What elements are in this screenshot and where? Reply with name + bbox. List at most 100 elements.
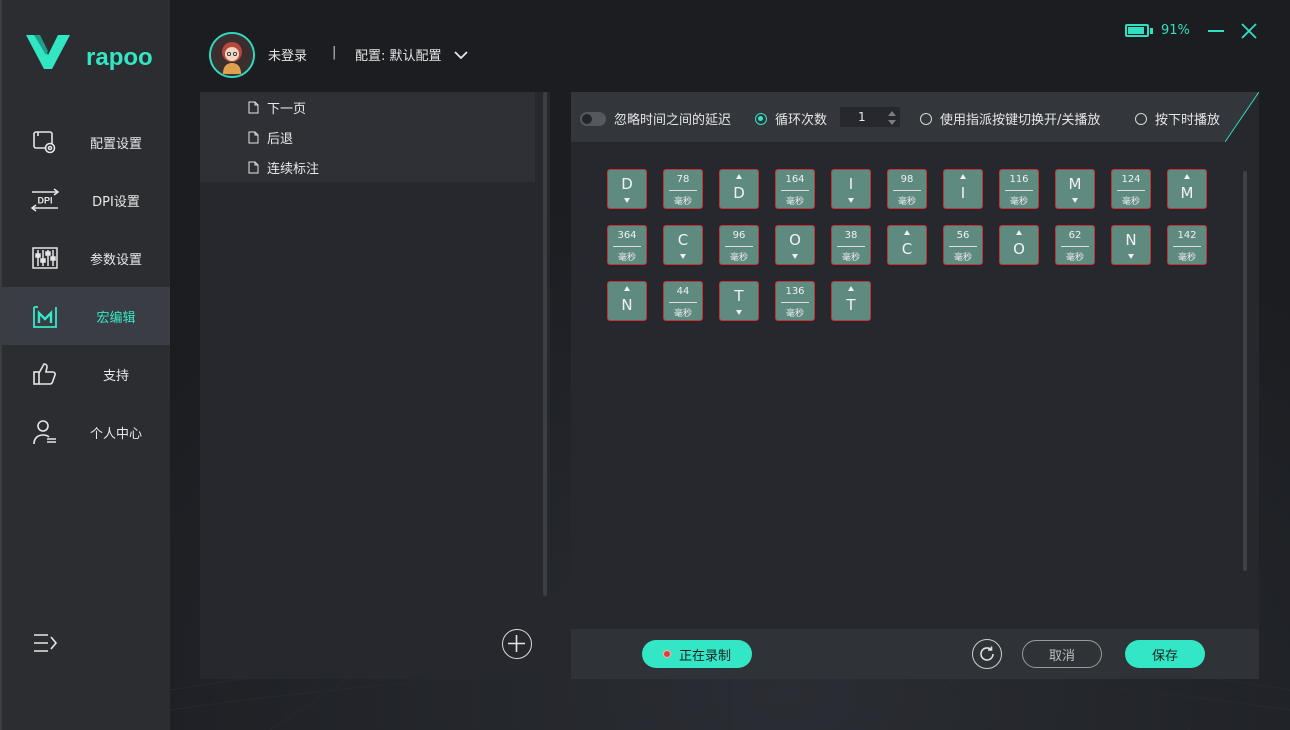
close-icon[interactable]	[1240, 22, 1258, 40]
battery-icon	[1125, 24, 1149, 37]
reset-button[interactable]	[972, 639, 1002, 669]
key-down-step[interactable]: O	[775, 225, 815, 265]
loop-count-radio[interactable]	[755, 112, 767, 125]
key-label: T	[846, 296, 856, 314]
key-down-step[interactable]: C	[663, 225, 703, 265]
battery-percent: 91%	[1161, 23, 1190, 38]
key-down-step[interactable]: D	[607, 169, 647, 209]
key-down-step[interactable]: N	[1111, 225, 1151, 265]
ignore-delay-toggle[interactable]	[580, 111, 606, 126]
user-name[interactable]: 未登录	[268, 45, 307, 64]
key-up-step[interactable]: I	[943, 169, 983, 209]
sidebar-item-user-center[interactable]: 个人中心	[2, 403, 170, 461]
collapse-menu-icon[interactable]	[32, 631, 58, 655]
toggle-on-key-option[interactable]: 使用指派按键切换开/关播放	[920, 109, 1100, 128]
delay-divider	[669, 302, 697, 303]
sidebar-item-macro-editor[interactable]: 宏编辑	[2, 287, 170, 345]
key-up-step[interactable]: N	[607, 281, 647, 321]
loop-count-stepper-icon[interactable]	[887, 110, 897, 126]
delay-value: 116	[1009, 174, 1029, 185]
list-item[interactable]: 连续标注	[200, 152, 535, 182]
delay-step[interactable]: 136 毫秒	[775, 281, 815, 321]
arrow-up-icon	[1184, 174, 1190, 179]
delay-unit: 毫秒	[785, 197, 804, 207]
key-up-step[interactable]: C	[887, 225, 927, 265]
sidebar-nav: 配置设置 DPI DPI设置 参数设置 宏编辑 支持 个人中心	[2, 113, 170, 461]
key-label: O	[789, 231, 801, 249]
delay-divider	[837, 246, 865, 247]
add-macro-button[interactable]	[502, 629, 532, 659]
delay-unit: 毫秒	[841, 253, 860, 263]
delay-unit: 毫秒	[897, 197, 916, 207]
delay-step[interactable]: 78 毫秒	[663, 169, 703, 209]
delay-divider	[669, 190, 697, 191]
delay-step[interactable]: 124 毫秒	[1111, 169, 1151, 209]
key-down-step[interactable]: M	[1055, 169, 1095, 209]
macro-steps-scrollbar[interactable]	[1243, 171, 1247, 571]
cancel-button[interactable]: 取消	[1022, 640, 1102, 668]
delay-step[interactable]: 142 毫秒	[1167, 225, 1207, 265]
delay-value: 96	[732, 230, 746, 241]
ignore-delay-option[interactable]: 忽略时间之间的延迟	[580, 109, 731, 128]
delay-value: 78	[676, 174, 690, 185]
sidebar-item-label: 支持	[102, 368, 129, 384]
key-up-step[interactable]: M	[1167, 169, 1207, 209]
sidebar-item-label: 个人中心	[89, 426, 142, 442]
arrow-up-icon	[624, 286, 630, 291]
key-label: D	[733, 184, 745, 202]
dpi-icon: DPI	[30, 185, 60, 215]
avatar-image	[211, 34, 253, 76]
sidebar-item-parameter-settings[interactable]: 参数设置	[2, 229, 170, 287]
delay-step[interactable]: 364 毫秒	[607, 225, 647, 265]
delay-value: 364	[617, 230, 637, 241]
key-label: M	[1180, 184, 1194, 202]
profile-label: 配置: 默认配置	[355, 49, 442, 64]
sidebar-item-config-settings[interactable]: 配置设置	[2, 113, 170, 171]
delay-step[interactable]: 44 毫秒	[663, 281, 703, 321]
play-while-pressed-option[interactable]: 按下时播放	[1135, 109, 1220, 128]
avatar[interactable]	[209, 32, 255, 78]
macro-list-panel: 下一页 后退 连续标注	[200, 92, 550, 679]
delay-step[interactable]: 164 毫秒	[775, 169, 815, 209]
key-up-step[interactable]: D	[719, 169, 759, 209]
delay-divider	[949, 246, 977, 247]
arrow-up-icon	[1016, 230, 1022, 235]
delay-value: 124	[1121, 174, 1141, 185]
arrow-down-icon	[736, 310, 742, 315]
delay-value: 98	[900, 174, 914, 185]
sidebar-item-support[interactable]: 支持	[2, 345, 170, 403]
delay-step[interactable]: 62 毫秒	[1055, 225, 1095, 265]
key-up-step[interactable]: T	[831, 281, 871, 321]
key-label: N	[621, 296, 633, 314]
key-down-step[interactable]: T	[719, 281, 759, 321]
macro-name: 连续标注	[267, 161, 320, 177]
ignore-delay-label: 忽略时间之间的延迟	[614, 113, 732, 128]
key-down-step[interactable]: I	[831, 169, 871, 209]
save-button[interactable]: 保存	[1125, 640, 1205, 668]
recording-button[interactable]: 正在录制	[642, 640, 752, 668]
arrow-down-icon	[1072, 198, 1078, 203]
key-label: I	[848, 175, 854, 193]
list-item[interactable]: 后退	[200, 122, 535, 152]
delay-step[interactable]: 56 毫秒	[943, 225, 983, 265]
sidebar-item-dpi-settings[interactable]: DPI DPI设置	[2, 171, 170, 229]
delay-divider	[893, 190, 921, 191]
delay-step[interactable]: 116 毫秒	[999, 169, 1039, 209]
key-label: T	[734, 287, 744, 305]
delay-step[interactable]: 98 毫秒	[887, 169, 927, 209]
loop-count-value: 1	[858, 110, 866, 124]
profile-selector[interactable]: 配置: 默认配置	[355, 45, 468, 64]
delay-step[interactable]: 38 毫秒	[831, 225, 871, 265]
delay-step[interactable]: 96 毫秒	[719, 225, 759, 265]
battery-fill	[1128, 27, 1144, 34]
list-item[interactable]: 下一页	[200, 92, 535, 122]
key-up-step[interactable]: O	[999, 225, 1039, 265]
macro-list-scrollbar[interactable]	[543, 92, 547, 596]
toggle-on-key-radio[interactable]	[920, 112, 932, 125]
refresh-icon	[980, 646, 994, 661]
play-while-pressed-radio[interactable]	[1135, 112, 1147, 125]
chevron-down-icon[interactable]	[453, 50, 468, 60]
minimize-button[interactable]	[1208, 30, 1224, 32]
loop-count-option[interactable]: 循环次数	[755, 109, 827, 128]
delay-value: 56	[956, 230, 970, 241]
